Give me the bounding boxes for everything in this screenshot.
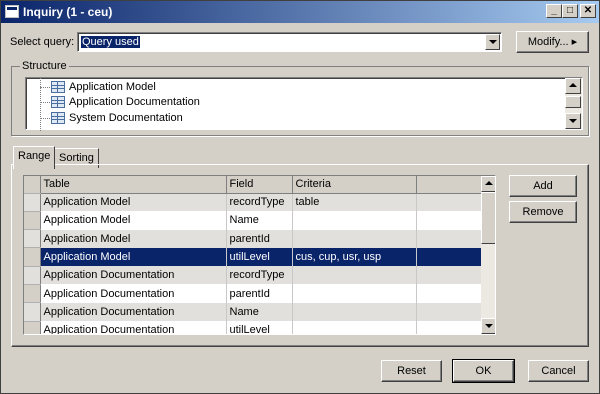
row-selector[interactable] — [24, 247, 41, 267]
empty-cell[interactable] — [416, 229, 482, 248]
column-header-field[interactable]: Field — [226, 176, 293, 194]
inquiry-window: Inquiry (1 - ceu) _ □ ✕ Select query: Qu… — [0, 0, 600, 394]
table-row[interactable]: Application Documentation parentId — [24, 284, 482, 304]
maximize-icon[interactable]: □ — [562, 4, 578, 18]
table-row[interactable]: Application Documentation recordType — [24, 266, 482, 285]
column-header-criteria[interactable]: Criteria — [292, 176, 417, 194]
field-cell[interactable]: Name — [226, 302, 293, 322]
ok-button[interactable]: OK — [452, 359, 515, 383]
add-button[interactable]: Add — [509, 175, 577, 197]
field-cell[interactable]: parentId — [226, 229, 293, 248]
criteria-cell[interactable] — [292, 211, 417, 230]
field-cell[interactable]: recordType — [226, 266, 293, 285]
window-title: Inquiry (1 - ceu) — [23, 5, 113, 19]
criteria-cell[interactable] — [292, 321, 417, 334]
tree-connector — [40, 102, 50, 103]
criteria-cell[interactable] — [292, 229, 417, 248]
remove-button[interactable]: Remove — [509, 201, 577, 223]
row-selector[interactable] — [24, 321, 41, 334]
scroll-down-icon[interactable] — [481, 318, 495, 334]
scroll-thumb[interactable] — [481, 192, 495, 244]
empty-cell[interactable] — [416, 211, 482, 230]
grid-scrollbar[interactable] — [481, 176, 495, 334]
grid-header: Table Field Criteria — [24, 176, 482, 194]
select-query-combo[interactable]: Query used — [77, 32, 502, 52]
field-cell[interactable]: parentId — [226, 284, 293, 303]
row-selector-header[interactable] — [24, 176, 41, 194]
table-row[interactable]: Application Model parentId — [24, 229, 482, 249]
table-cell[interactable]: Application Documentation — [40, 284, 227, 303]
close-icon[interactable]: ✕ — [580, 4, 596, 18]
tree-connector — [40, 87, 50, 88]
scroll-up-icon[interactable] — [565, 78, 581, 94]
select-query-value: Query used — [81, 36, 140, 48]
table-cell[interactable]: Application Documentation — [40, 302, 227, 322]
row-selector[interactable] — [24, 193, 41, 212]
tree-item-label: Application Documentation — [69, 96, 200, 108]
row-selector[interactable] — [24, 211, 41, 231]
row-selector[interactable] — [24, 284, 41, 304]
empty-cell[interactable] — [416, 247, 482, 267]
tree-connector — [40, 78, 41, 131]
tree-item-label: System Documentation — [69, 112, 183, 124]
scroll-up-icon[interactable] — [481, 176, 495, 192]
criteria-cell[interactable]: cus, cup, usr, usp — [292, 247, 417, 267]
chevron-down-icon[interactable] — [485, 34, 500, 50]
table-cell[interactable]: Application Model — [40, 193, 227, 212]
empty-cell[interactable] — [416, 302, 482, 322]
table-row[interactable]: Application Documentation utilLevel — [24, 321, 482, 334]
row-selector[interactable] — [24, 302, 41, 322]
table-cell[interactable]: Application Model — [40, 247, 227, 267]
criteria-cell[interactable] — [292, 266, 417, 285]
scroll-thumb[interactable] — [565, 96, 581, 108]
row-selector[interactable] — [24, 229, 41, 249]
structure-scrollbar[interactable] — [565, 78, 582, 129]
field-cell[interactable]: Name — [226, 211, 293, 230]
criteria-cell[interactable] — [292, 284, 417, 303]
modify-label: Modify... — [527, 36, 569, 48]
criteria-cell[interactable]: table — [292, 193, 417, 212]
table-icon — [51, 81, 65, 93]
empty-cell[interactable] — [416, 321, 482, 334]
table-icon — [51, 96, 65, 108]
reset-button[interactable]: Reset — [381, 360, 442, 382]
table-row[interactable]: Application Model utilLevel cus, cup, usr,… — [24, 247, 482, 267]
empty-cell[interactable] — [416, 266, 482, 285]
cancel-button[interactable]: Cancel — [528, 360, 589, 382]
table-row[interactable]: Application Model recordType table — [24, 193, 482, 212]
empty-cell[interactable] — [416, 284, 482, 303]
table-cell[interactable]: Application Documentation — [40, 321, 227, 334]
tree-connector — [40, 118, 50, 119]
structure-title: Structure — [20, 60, 69, 72]
table-row[interactable]: Application Documentation Name — [24, 302, 482, 322]
empty-cell[interactable] — [416, 193, 482, 212]
structure-tree[interactable]: Application Model Application Documentat… — [25, 77, 583, 131]
scroll-down-icon[interactable] — [565, 113, 581, 129]
field-cell[interactable]: utilLevel — [226, 321, 293, 334]
chevron-right-icon: ▸ — [571, 36, 578, 48]
table-icon — [51, 112, 65, 124]
minimize-icon[interactable]: _ — [546, 4, 562, 18]
column-header-empty[interactable] — [416, 176, 482, 194]
field-cell[interactable]: recordType — [226, 193, 293, 212]
title-bar[interactable]: Inquiry (1 - ceu) _ □ ✕ — [1, 1, 599, 23]
table-cell[interactable]: Application Documentation — [40, 266, 227, 285]
modify-button[interactable]: Modify... ▸ — [516, 31, 589, 53]
select-query-label: Select query: — [10, 36, 75, 48]
range-grid[interactable]: Table Field Criteria Application Model re… — [23, 175, 496, 335]
table-cell[interactable]: Application Model — [40, 211, 227, 230]
column-header-table[interactable]: Table — [40, 176, 227, 194]
field-cell[interactable]: utilLevel — [226, 247, 293, 267]
table-cell[interactable]: Application Model — [40, 229, 227, 248]
table-row[interactable]: Application Model Name — [24, 211, 482, 231]
tab-range[interactable]: Range — [13, 146, 56, 169]
tree-item-label: Application Model — [69, 81, 156, 93]
window-icon — [5, 5, 19, 18]
criteria-cell[interactable] — [292, 302, 417, 322]
row-selector[interactable] — [24, 266, 41, 285]
